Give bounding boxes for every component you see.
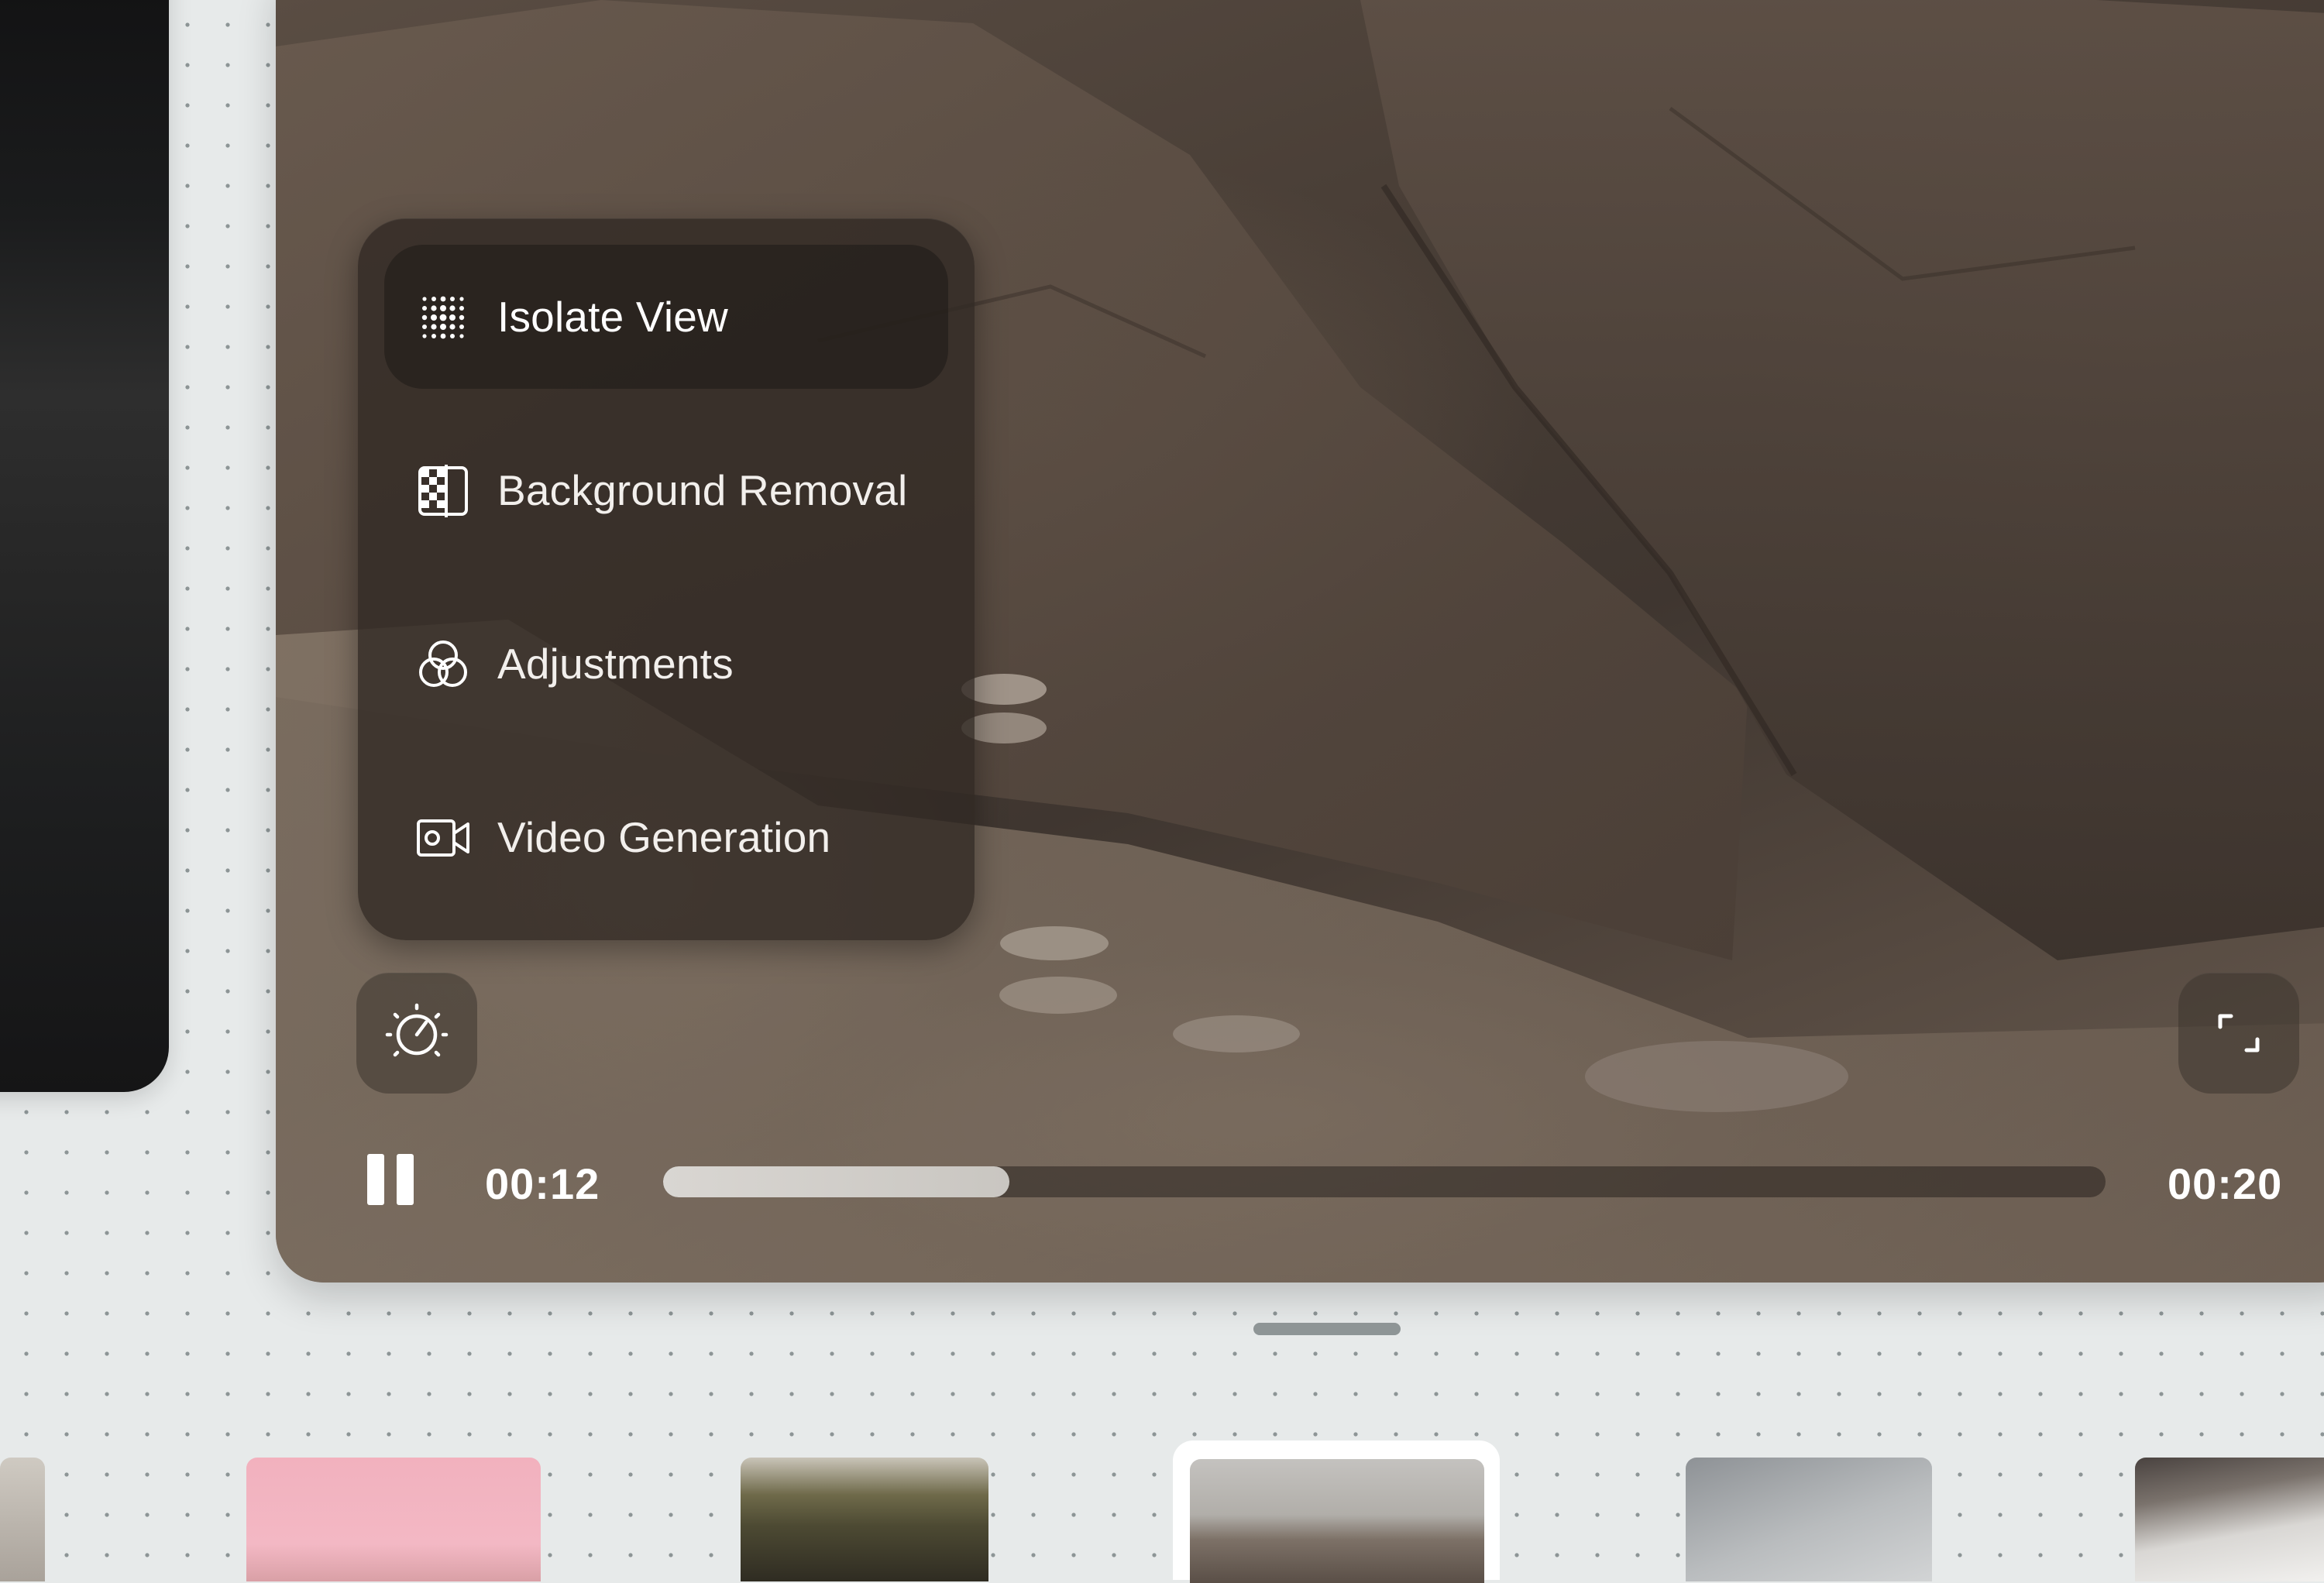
background-removal-icon	[418, 465, 468, 517]
menu-item-label: Isolate View	[497, 293, 728, 341]
thumbnail-rocks-selected[interactable]	[1190, 1459, 1484, 1583]
exposure-dial-icon	[385, 1003, 449, 1057]
menu-item-label: Adjustments	[497, 640, 734, 688]
adjustments-icon	[419, 640, 467, 687]
video-camera-icon	[417, 819, 469, 857]
fullscreen-icon	[2218, 1014, 2260, 1052]
menu-item-label: Video Generation	[497, 813, 831, 861]
menu-item-adjustments[interactable]: Adjustments	[384, 592, 948, 736]
menu-item-label: Background Removal	[497, 466, 908, 514]
thumbnail-1[interactable]	[0, 1458, 45, 1581]
fullscreen-button[interactable]	[2178, 973, 2299, 1094]
pause-icon-bar	[367, 1154, 384, 1205]
pause-icon-bar	[397, 1154, 414, 1205]
drawer-handle[interactable]	[1253, 1323, 1401, 1335]
thumbnail-car[interactable]	[2135, 1458, 2324, 1581]
thumbnail-pink[interactable]	[246, 1458, 541, 1581]
menu-item-isolate-view[interactable]: Isolate View	[384, 245, 948, 389]
previous-media-card[interactable]	[0, 0, 169, 1092]
current-time: 00:12	[485, 1159, 600, 1208]
tools-menu: Isolate View Background Removal Adjustme…	[358, 218, 975, 940]
progress-bar[interactable]	[663, 1166, 2106, 1197]
thumbnail-rocks-green[interactable]	[741, 1458, 988, 1581]
menu-item-video-generation[interactable]: Video Generation	[384, 765, 948, 909]
total-time: 00:20	[2168, 1159, 2283, 1208]
exposure-button[interactable]	[356, 973, 477, 1094]
thumbnail-grey[interactable]	[1686, 1458, 1932, 1581]
progress-fill	[663, 1166, 1009, 1197]
dot-grid-icon	[421, 296, 465, 339]
pause-button[interactable]	[367, 1154, 415, 1205]
menu-item-background-removal[interactable]: Background Removal	[384, 418, 948, 562]
